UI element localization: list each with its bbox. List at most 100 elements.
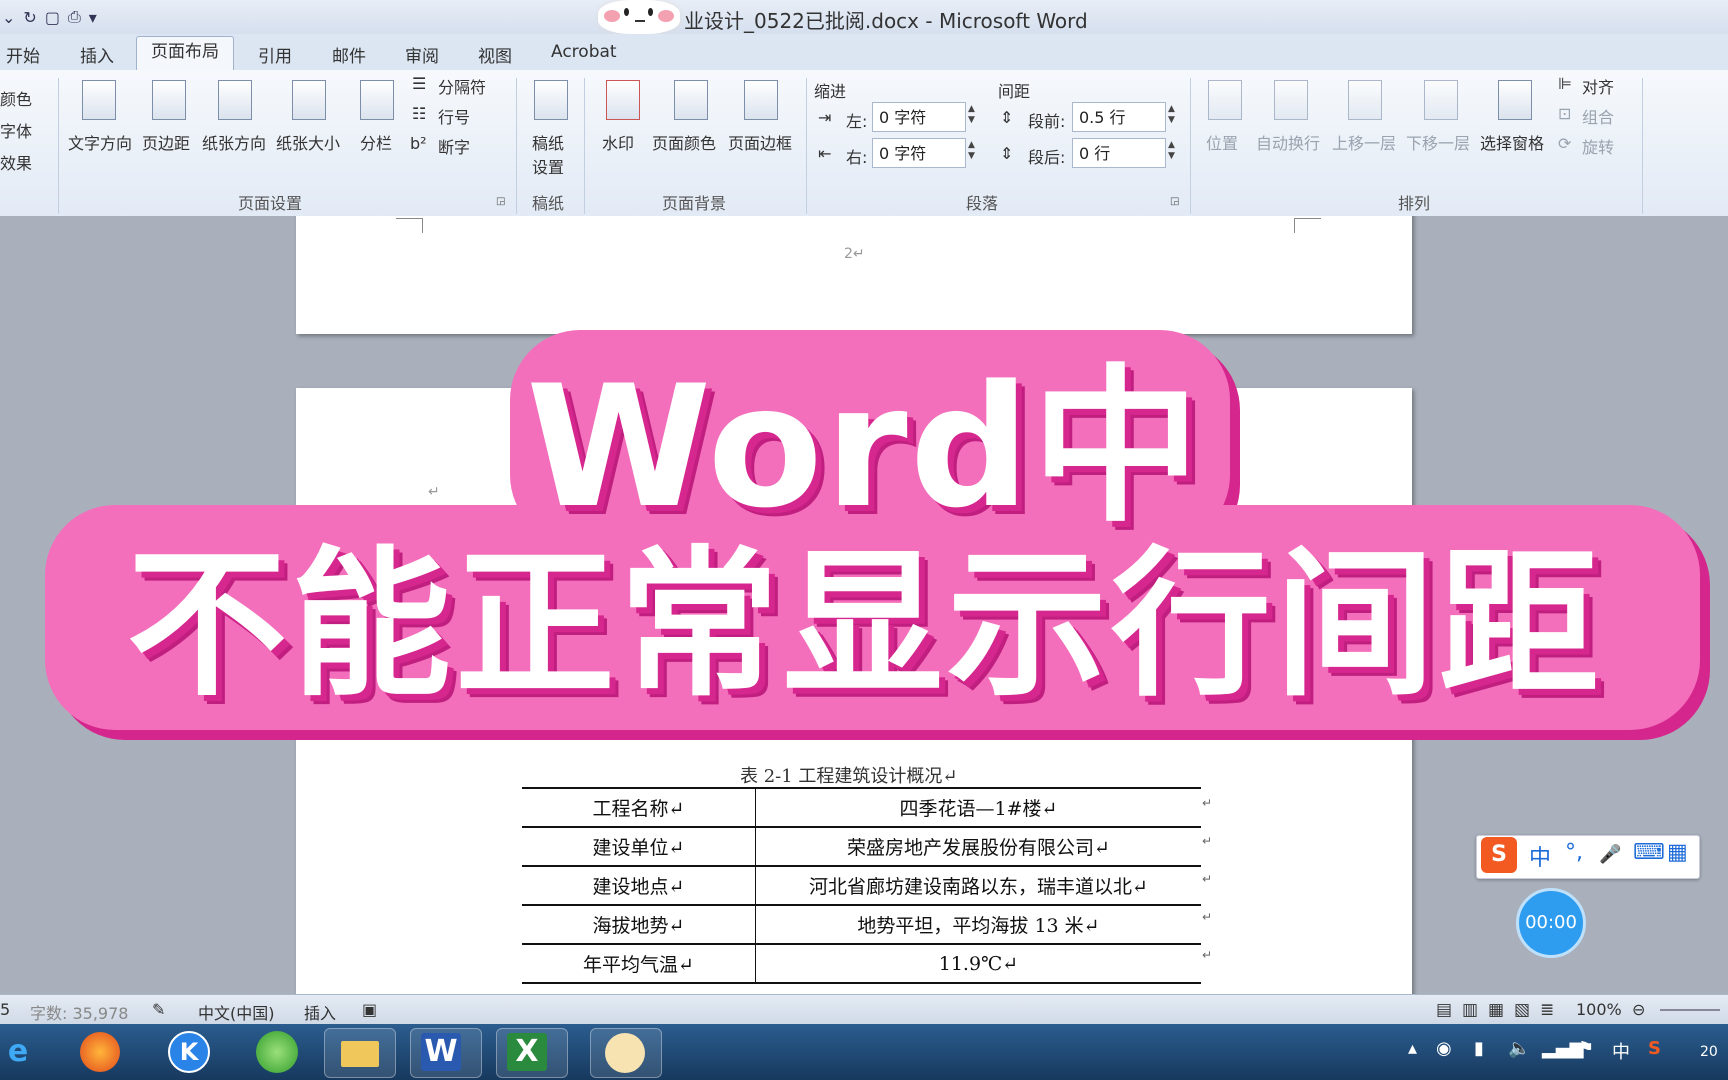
tab-insert[interactable]: 插入 xyxy=(80,42,114,67)
table-cell-value[interactable]: 11.9℃↵ xyxy=(755,943,1201,983)
recording-timer[interactable]: 00:00 xyxy=(1516,888,1586,958)
table-cell-label[interactable]: 工程名称↵ xyxy=(522,787,756,827)
align-button[interactable]: 对齐 xyxy=(1582,74,1614,98)
firefox-icon[interactable] xyxy=(80,1032,120,1072)
zoom-slider[interactable] xyxy=(1660,1009,1720,1011)
redo-icon[interactable]: ↻ xyxy=(23,8,36,27)
view-draft-icon[interactable]: ≣ xyxy=(1540,1000,1554,1020)
dialog-launcher-icon[interactable]: ◲ xyxy=(496,196,505,207)
language-indicator[interactable]: 中文(中国) xyxy=(198,1000,275,1024)
macro-record-icon[interactable]: ▣ xyxy=(362,1000,377,1019)
kugou-icon[interactable]: K xyxy=(168,1031,210,1073)
table-cell-value[interactable]: 河北省廊坊建设南路以东，瑞丰道以北↵ xyxy=(755,865,1201,905)
sogou-logo-icon[interactable]: S xyxy=(1481,837,1517,873)
tab-page-layout[interactable]: 页面布局 xyxy=(136,36,234,71)
word-count[interactable]: 字数: 35,978 xyxy=(30,1000,128,1024)
view-print-layout-icon[interactable]: ▤ xyxy=(1436,1000,1452,1020)
row-end-mark: ↵ xyxy=(1202,910,1213,924)
tab-references[interactable]: 引用 xyxy=(258,42,292,67)
indent-right-spinner-icon[interactable]: ▲ ▼ xyxy=(968,140,975,162)
apps-grid-icon[interactable]: ▦ xyxy=(1667,840,1688,865)
spacing-label: 间距 xyxy=(998,82,1031,101)
print-preview-icon[interactable]: ⎙ xyxy=(68,7,81,27)
theme-colors-button[interactable]: 颜色 xyxy=(0,86,32,110)
watermark-button[interactable]: 水印 xyxy=(602,130,634,154)
view-outline-icon[interactable]: ▧ xyxy=(1514,1000,1530,1020)
tab-mailings[interactable]: 邮件 xyxy=(332,42,366,67)
tab-review[interactable]: 审阅 xyxy=(405,42,439,67)
clock[interactable]: 20 xyxy=(1700,1044,1718,1060)
punctuation-icon[interactable]: °, xyxy=(1565,840,1583,865)
customize-toolbar-icon[interactable]: ▾ xyxy=(89,8,97,27)
theme-effects-button[interactable]: 效果 xyxy=(0,150,32,174)
wrap-text-button[interactable]: 自动换行 xyxy=(1256,130,1320,154)
paper-size-button[interactable]: 纸张大小 xyxy=(276,130,340,154)
rotate-button[interactable]: 旋转 xyxy=(1582,134,1614,158)
qq-icon[interactable]: ◉ xyxy=(1436,1038,1452,1059)
view-reading-icon[interactable]: ▥ xyxy=(1462,1000,1478,1020)
tray-ime-indicator[interactable]: 中 xyxy=(1612,1038,1630,1064)
page-borders-button[interactable]: 页面边框 xyxy=(728,130,792,154)
excel-icon[interactable]: X xyxy=(496,1028,568,1078)
table-cell-label[interactable]: 年平均气温↵ xyxy=(522,943,756,983)
ime-toolbar[interactable]: S 中 °, 🎤 ⌨ ▦ xyxy=(1476,835,1700,879)
dropdown-icon[interactable]: ⌄ xyxy=(2,8,15,27)
taskbar: e K W X ▴ ◉ ▮ 🔈 ▂▄▆ ⚑ 中 S 20 xyxy=(0,1024,1728,1080)
line-numbers-button[interactable]: 行号 xyxy=(438,104,470,128)
ie-icon[interactable]: e xyxy=(0,1028,42,1076)
tab-home[interactable]: 开始 xyxy=(6,42,40,67)
table-cell-value[interactable]: 荣盛房地产发展股份有限公司↵ xyxy=(755,826,1201,866)
indent-right-input[interactable]: 0 字符 xyxy=(872,138,966,168)
network-adapter-icon[interactable]: ▮ xyxy=(1474,1038,1484,1059)
ime-mode-toggle[interactable]: 中 xyxy=(1529,840,1551,872)
keyboard-icon[interactable]: ⌨ xyxy=(1633,840,1665,865)
view-web-icon[interactable]: ▦ xyxy=(1488,1000,1504,1020)
action-center-icon[interactable]: ⚑ xyxy=(1578,1038,1594,1059)
tray-expand-icon[interactable]: ▴ xyxy=(1408,1038,1417,1059)
indent-left-spinner-icon[interactable]: ▲ ▼ xyxy=(968,104,975,126)
sogou-tray-icon[interactable]: S xyxy=(1648,1038,1661,1059)
rotate-icon: ⟳ xyxy=(1558,134,1572,153)
hyphenation-button[interactable]: 断字 xyxy=(438,134,470,158)
table-cell-value[interactable]: 地势平坦，平均海拔 13 米↵ xyxy=(755,904,1201,944)
table-cell-label[interactable]: 建设单位↵ xyxy=(522,826,756,866)
browser-icon[interactable] xyxy=(256,1031,298,1073)
tab-acrobat[interactable]: Acrobat xyxy=(551,42,617,62)
insert-mode-indicator[interactable]: 插入 xyxy=(304,1000,336,1024)
word-icon[interactable]: W xyxy=(410,1028,482,1078)
explorer-icon[interactable] xyxy=(324,1028,396,1078)
spacing-before-input[interactable]: 0.5 行 xyxy=(1072,102,1166,132)
mascot-icon[interactable] xyxy=(590,1028,662,1078)
spacing-after-spinner-icon[interactable]: ▲ ▼ xyxy=(1168,140,1175,162)
position-button[interactable]: 位置 xyxy=(1206,130,1238,154)
spacing-after-input[interactable]: 0 行 xyxy=(1072,138,1166,168)
text-direction-button[interactable]: 文字方向 xyxy=(68,130,132,154)
spacing-before-spinner-icon[interactable]: ▲ ▼ xyxy=(1168,104,1175,126)
group-button[interactable]: 组合 xyxy=(1582,104,1614,128)
breaks-button[interactable]: 分隔符 xyxy=(438,74,486,98)
table-cell-value[interactable]: 四季花语—1#楼↵ xyxy=(755,787,1201,827)
table-cell-label[interactable]: 海拔地势↵ xyxy=(522,904,756,944)
indent-left-input[interactable]: 0 字符 xyxy=(872,102,966,132)
zoom-level[interactable]: 100% xyxy=(1576,1000,1622,1019)
spellcheck-icon[interactable]: ✎ xyxy=(152,1000,165,1019)
page-indicator[interactable]: 5 xyxy=(0,1000,10,1019)
volume-icon[interactable]: 🔈 xyxy=(1508,1038,1530,1059)
margins-button[interactable]: 页边距 xyxy=(142,130,190,154)
send-backward-button[interactable]: 下移一层 xyxy=(1406,130,1470,154)
columns-button[interactable]: 分栏 xyxy=(360,130,392,154)
zoom-out-icon[interactable]: ⊖ xyxy=(1632,1000,1645,1019)
microphone-icon[interactable]: 🎤 xyxy=(1599,844,1621,865)
manuscript-button-line2[interactable]: 设置 xyxy=(532,154,564,178)
table-cell-label[interactable]: 建设地点↵ xyxy=(522,865,756,905)
arrange-group-label: 排列 xyxy=(1398,194,1431,213)
bring-forward-button[interactable]: 上移一层 xyxy=(1332,130,1396,154)
manuscript-button-line1[interactable]: 稿纸 xyxy=(532,130,564,154)
new-document-icon[interactable]: ▢ xyxy=(45,8,60,27)
selection-pane-button[interactable]: 选择窗格 xyxy=(1480,130,1544,154)
page-color-button[interactable]: 页面颜色 xyxy=(652,130,716,154)
tab-view[interactable]: 视图 xyxy=(478,42,512,67)
paragraph-dialog-launcher-icon[interactable]: ◲ xyxy=(1170,196,1179,207)
theme-fonts-button[interactable]: 字体 xyxy=(0,118,32,142)
orientation-button[interactable]: 纸张方向 xyxy=(202,130,266,154)
